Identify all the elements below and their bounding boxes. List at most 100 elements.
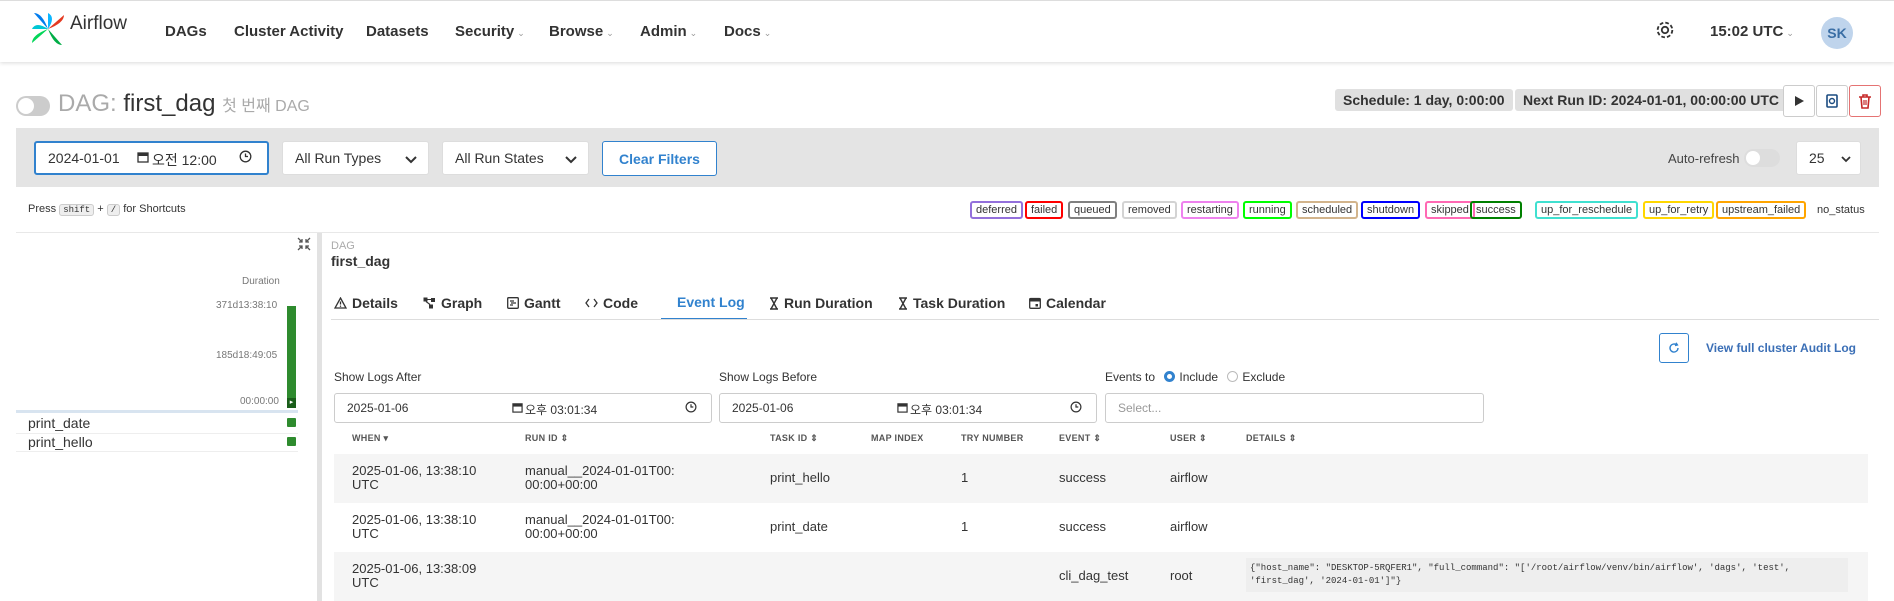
cell-run-id: manual__2024-01-01T00:00:00+00:00 [525,463,675,492]
delete-dag-button[interactable] [1849,85,1881,117]
nav-docs[interactable]: Docs ⌄ [724,23,771,40]
legend-shutdown[interactable]: shutdown [1361,201,1421,219]
logs-before-input[interactable]: 2025-01-06 오후 03:01:34 [719,393,1097,423]
tab-run-duration[interactable]: Run Duration [766,286,876,320]
tabs-underline [331,319,1879,320]
events-select[interactable]: Select... [1105,393,1484,423]
legend-skipped[interactable]: skipped [1425,201,1475,219]
task-name[interactable]: print_date [28,415,90,431]
legend-restarting[interactable]: restarting [1181,201,1239,219]
tab-task-duration[interactable]: Task Duration [895,286,1008,320]
exclude-label[interactable]: Exclude [1242,370,1285,384]
clock-icon[interactable] [685,401,697,416]
legend-removed[interactable]: removed [1122,201,1177,219]
logs-after-input[interactable]: 2025-01-06 오후 03:01:34 [334,393,712,423]
sort-icon: ▾ [383,433,389,443]
clear-filters-button[interactable]: Clear Filters [602,141,717,176]
cell-when: 2025-01-06, 13:38:09 UTC [352,561,477,590]
task-instance-cell[interactable] [287,437,296,446]
audit-log-link[interactable]: View full cluster Audit Log [1706,341,1856,355]
tab-code[interactable]: Code [582,286,641,320]
col-map-index: MAP INDEX [871,433,924,443]
col-user[interactable]: USER ⇕ [1170,433,1207,444]
calendar-icon [1029,297,1041,309]
legend-no-status[interactable]: no_status [1811,201,1871,219]
trigger-dag-button[interactable] [1783,85,1815,117]
code-icon [585,298,598,308]
nav-dags[interactable]: DAGs [165,23,207,40]
col-run-id[interactable]: RUN ID ⇕ [525,433,568,444]
breadcrumb-dag-name[interactable]: first_dag [331,253,390,269]
task-instance-cell[interactable] [287,418,296,427]
tab-graph[interactable]: Graph [420,286,485,320]
cell-try-number: 1 [961,519,969,534]
page-size-select[interactable]: 25 [1796,141,1861,175]
legend-success[interactable]: success [1470,201,1522,219]
calendar-icon[interactable] [512,402,523,416]
reparse-dag-button[interactable] [1816,85,1848,117]
sort-icon: ⇕ [1093,433,1102,443]
dag-pause-toggle[interactable] [16,96,50,116]
dag-description: 첫 번째 DAG [222,98,310,115]
user-avatar[interactable]: SK [1821,17,1853,49]
cell-run-id: manual__2024-01-01T00:00:00+00:00 [525,512,675,541]
airflow-logo[interactable]: Airflow [30,11,127,47]
refresh-button[interactable] [1659,333,1689,363]
calendar-icon[interactable] [137,150,149,166]
refresh-icon [1669,342,1679,353]
tab-calendar[interactable]: Calendar [1026,286,1109,320]
auto-refresh-toggle[interactable] [1744,149,1780,167]
shortcuts-hint: Press shift + / for Shortcuts [28,203,186,216]
exclude-radio[interactable] [1227,371,1239,382]
warning-icon [334,297,347,309]
run-states-select[interactable]: All Run States [442,141,589,175]
cell-event: success [1059,470,1106,485]
clock-icon[interactable] [239,150,252,166]
nav-security[interactable]: Security ⌄ [455,23,525,40]
hourglass-icon [899,296,907,310]
legend-scheduled[interactable]: scheduled [1296,201,1359,219]
legend-running[interactable]: running [1243,201,1292,219]
duration-tick: 00:00:00 [240,396,279,407]
legend-up-for-reschedule[interactable]: up_for_reschedule [1535,201,1639,219]
shift-key: shift [59,204,95,216]
dag-run-bar[interactable]: ▸ [287,306,296,408]
panel-resizer[interactable] [317,233,322,601]
col-details[interactable]: DETAILS ⇕ [1246,433,1297,444]
col-when[interactable]: WHEN ▾ [352,433,388,444]
legend-upstream-failed[interactable]: upstream_failed [1716,201,1807,219]
include-radio[interactable] [1164,371,1176,382]
sort-icon: ⇕ [810,433,819,443]
col-task-id[interactable]: TASK ID ⇕ [770,433,818,444]
tab-details[interactable]: Details [331,286,401,320]
gear-icon[interactable] [1654,19,1676,44]
cell-event: cli_dag_test [1059,568,1129,583]
nav-admin[interactable]: Admin ⌄ [640,23,697,40]
schedule-badge: Schedule: 1 day, 0:00:00 [1335,89,1513,111]
grid-separator [16,410,298,413]
cell-task-id: print_date [770,519,828,534]
include-label[interactable]: Include [1179,370,1218,384]
clock-time[interactable]: 15:02 UTC ⌄ [1710,23,1794,40]
cell-user: airflow [1170,519,1208,534]
legend-up-for-retry[interactable]: up_for_retry [1643,201,1715,219]
legend-failed[interactable]: failed [1025,201,1064,219]
legend-deferred[interactable]: deferred [970,201,1023,219]
nav-datasets[interactable]: Datasets [366,23,429,40]
collapse-icon[interactable] [296,236,312,255]
tab-gantt[interactable]: Gantt [504,286,564,320]
nav-cluster-activity[interactable]: Cluster Activity [234,23,343,40]
cell-try-number: 1 [961,470,969,485]
row-divider [16,451,298,452]
base-date-input[interactable]: 2024-01-01 오전 12:00 [34,141,269,175]
col-event[interactable]: EVENT ⇕ [1059,433,1101,444]
tab-event-log[interactable]: Event Log [661,286,747,320]
clock-icon[interactable] [1070,401,1082,416]
calendar-icon[interactable] [897,402,908,416]
run-types-select[interactable]: All Run Types [282,141,429,175]
task-name[interactable]: print_hello [28,434,93,450]
logs-after-label: Show Logs After [334,370,422,384]
nav-browse[interactable]: Browse ⌄ [549,23,614,40]
brand-name: Airflow [70,13,128,34]
legend-queued[interactable]: queued [1068,201,1117,219]
